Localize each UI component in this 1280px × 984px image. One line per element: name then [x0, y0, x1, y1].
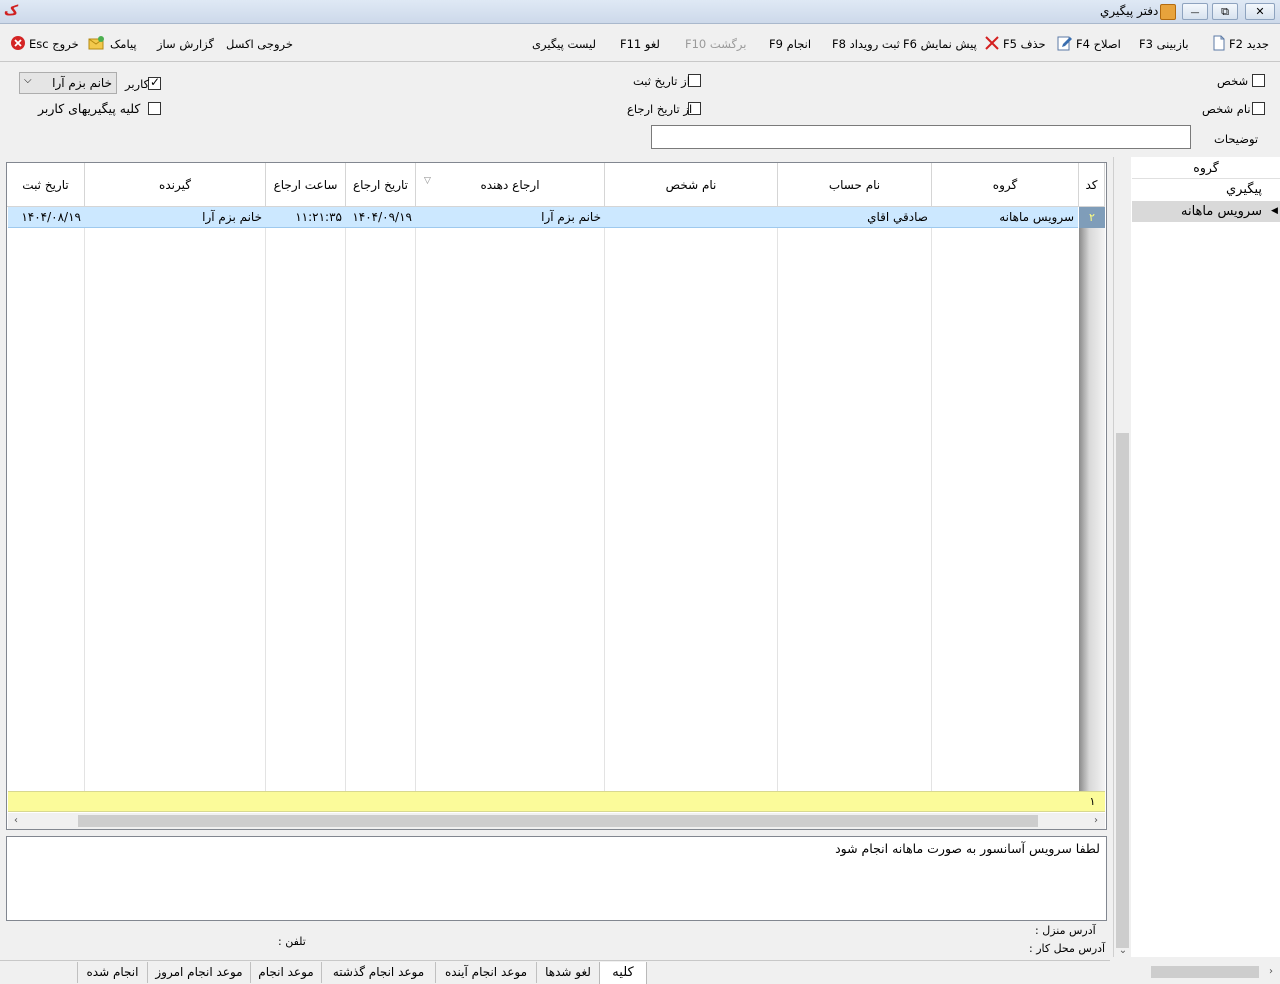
group-panel: ⌄ گروه پیگیري سرويس ماهانه ◀: [1113, 157, 1280, 957]
person-checkbox[interactable]: [1252, 74, 1265, 87]
scroll-right-icon[interactable]: ›: [1263, 964, 1279, 980]
exit-icon: [11, 36, 25, 50]
delete-x-icon: [985, 36, 999, 50]
followup-description[interactable]: لطفا سرویس آسانسور به صورت ماهانه انجام …: [6, 836, 1107, 921]
description-input[interactable]: [651, 125, 1191, 149]
followup-grid[interactable]: کد گروه نام حساب نام شخص ▽ ارجاع دهنده ت…: [6, 162, 1107, 830]
home-address-label: آدرس منزل :: [1035, 924, 1096, 937]
all-user-followups-checkbox[interactable]: [148, 102, 161, 115]
col-header-referrer[interactable]: ▽ ارجاع دهنده: [416, 163, 605, 207]
cell-account-name: صادقي اقاي: [867, 210, 928, 224]
register-event-button[interactable]: ثبت رویداد F8: [832, 36, 900, 52]
tab-due-today[interactable]: موعد انجام امروز: [147, 962, 250, 983]
back-button[interactable]: برگشت F10: [685, 36, 746, 52]
excel-export-button[interactable]: خروجی اکسل: [226, 36, 293, 52]
new-button[interactable]: جدید F2: [1229, 36, 1269, 52]
user-checkbox[interactable]: [148, 75, 161, 90]
cell-refer-time: ۱۱:۲۱:۳۵: [295, 210, 342, 224]
cell-receiver: خانم بزم آرا: [202, 210, 262, 224]
window-title: دفتر پیگیري: [1100, 4, 1159, 18]
grid-footer-summary: ۱: [8, 791, 1105, 812]
group-vertical-scrollbar[interactable]: ⌄: [1114, 157, 1131, 957]
cell-group: سرویس ماهانه: [999, 210, 1074, 224]
app-logo-icon: ک: [3, 3, 19, 19]
tab-all[interactable]: کلیه: [599, 962, 647, 984]
col-header-code[interactable]: کد: [1079, 163, 1105, 207]
col-header-register-date[interactable]: تاریخ ثبت: [7, 163, 85, 207]
scroll-thumb[interactable]: [1116, 433, 1129, 948]
col-header-group[interactable]: گروه: [932, 163, 1079, 207]
new-document-icon: [1213, 35, 1225, 51]
group-item-monthly-service[interactable]: سرويس ماهانه: [1132, 201, 1280, 222]
current-row-code: ۲: [1079, 207, 1105, 228]
col-header-person-name[interactable]: نام شخص: [605, 163, 778, 207]
edit-button[interactable]: اصلاح F4: [1076, 36, 1121, 52]
cell-referrer: خانم بزم آرا: [541, 210, 601, 224]
user-select[interactable]: خانم بزم آرا ⌵: [19, 72, 117, 94]
scroll-thumb[interactable]: [78, 815, 1038, 827]
col-header-account-name[interactable]: نام حساب: [778, 163, 932, 207]
tab-overdue[interactable]: موعد انجام گذشته: [321, 962, 435, 983]
scroll-left-icon[interactable]: ‹: [8, 813, 24, 829]
col-header-refer-date[interactable]: تاریخ ارجاع: [346, 163, 416, 207]
cell-refer-date: ۱۴۰۴/۰۹/۱۹: [352, 210, 412, 224]
delete-button[interactable]: حذف F5: [1003, 36, 1046, 52]
title-bar: ک دفتر پیگیري ⧉ — ✕: [0, 0, 1280, 24]
footer-count: ۱: [1089, 795, 1096, 808]
group-horizontal-scrollbar[interactable]: ›: [1113, 963, 1280, 981]
scroll-down-icon[interactable]: ⌄: [1115, 943, 1131, 959]
selected-row-arrow-icon: ◀: [1271, 206, 1278, 216]
sms-button[interactable]: پیامک: [110, 36, 137, 52]
followup-list-button[interactable]: لیست پیگیری: [532, 36, 596, 52]
row-indicator-column: ۲: [1079, 207, 1105, 791]
tab-done[interactable]: انجام شده: [77, 962, 147, 983]
edit-pencil-icon: [1057, 36, 1072, 51]
user-select-value: خانم بزم آرا: [52, 76, 112, 90]
person-label: شخص: [1217, 74, 1249, 88]
report-builder-button[interactable]: گزارش ساز: [157, 36, 214, 52]
status-tabs: کلیه لغو شدها موعد انجام آینده موعد انجا…: [0, 960, 1110, 984]
tab-upcoming[interactable]: موعد انجام آینده: [435, 962, 536, 983]
all-user-followups-label: کلیه پیگیریهای کاربر: [38, 101, 141, 116]
group-panel-header: گروه: [1132, 157, 1280, 179]
phone-label: تلفن :: [278, 935, 306, 948]
col-header-refer-time[interactable]: ساعت ارجاع: [266, 163, 346, 207]
person-name-checkbox[interactable]: [1252, 102, 1265, 115]
preview-button[interactable]: پیش نمایش F6: [903, 36, 977, 52]
restore-button[interactable]: ⧉: [1212, 3, 1238, 20]
person-name-label: نام شخص: [1202, 102, 1251, 116]
cell-register-date: ۱۴۰۴/۰۸/۱۹: [21, 210, 81, 224]
window-icon: [1160, 4, 1176, 20]
filter-panel: شخص نام شخص توضیحات از تاریخ ثبت از تاری…: [0, 63, 1280, 155]
review-button[interactable]: بازبینی F3: [1139, 36, 1189, 52]
description-text: لطفا سرویس آسانسور به صورت ماهانه انجام …: [835, 841, 1100, 856]
description-label: توضیحات: [1214, 132, 1259, 146]
toolbar: جدید F2 بازبینی F3 اصلاح F4 حذف F5 پیش ن…: [0, 25, 1280, 62]
exit-button[interactable]: خروج Esc: [29, 36, 79, 52]
chevron-down-icon: ⌵: [24, 75, 32, 86]
scroll-thumb[interactable]: [1151, 966, 1259, 978]
table-row[interactable]: سرویس ماهانه صادقي اقاي خانم بزم آرا ۱۴۰…: [8, 207, 1078, 228]
user-label: کاربر: [125, 77, 150, 91]
scroll-right-icon[interactable]: ›: [1088, 813, 1104, 829]
cancel-button[interactable]: لغو F11: [620, 36, 660, 52]
from-register-date-label: از تاریخ ثبت: [633, 74, 690, 88]
col-header-receiver[interactable]: گیرنده: [85, 163, 266, 207]
tab-due[interactable]: موعد انجام: [250, 962, 321, 983]
close-button[interactable]: ✕: [1245, 3, 1275, 20]
from-refer-date-label: از تاریخ ارجاع: [627, 102, 693, 116]
grid-horizontal-scrollbar[interactable]: ‹ ›: [8, 813, 1105, 829]
done-button[interactable]: انجام F9: [769, 36, 811, 52]
sort-icon: ▽: [424, 176, 431, 186]
group-item-followup[interactable]: پیگیري: [1132, 179, 1280, 200]
cell-person-name: [605, 207, 778, 227]
minimize-button[interactable]: —: [1182, 3, 1208, 20]
work-address-label: آدرس محل کار :: [1029, 942, 1106, 955]
tab-cancelled[interactable]: لغو شدها: [536, 962, 599, 983]
sms-envelope-icon: [88, 36, 104, 50]
